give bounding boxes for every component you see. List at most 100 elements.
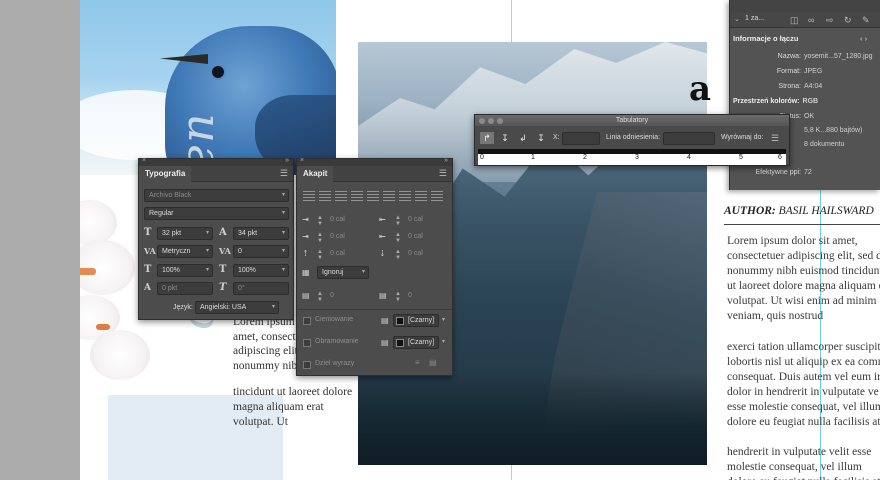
right-indent-input[interactable]: 0 cal	[403, 213, 447, 226]
font-family-select[interactable]: Archivo Black ▾	[144, 189, 289, 202]
stepper-icon[interactable]: ▲ ▼	[395, 249, 401, 261]
baseline-shift-icon: A	[144, 283, 151, 293]
stepper-icon[interactable]: ▲ ▼	[317, 215, 323, 227]
nav-arrows-icon[interactable]: ‹ ›	[860, 32, 867, 46]
zoom-icon[interactable]	[497, 118, 503, 124]
chevron-down-icon[interactable]: ▾	[442, 338, 445, 345]
align-left-icon[interactable]	[303, 191, 315, 201]
chevron-down-icon: ▾	[281, 267, 285, 273]
panel-tabbar: Typografia ☰	[139, 166, 293, 182]
tab-ruler[interactable]: 0 1 2 3 4 5 6	[478, 149, 786, 165]
justify-right-icon[interactable]	[383, 191, 395, 201]
leader-input[interactable]	[663, 132, 715, 145]
chevron-down-icon[interactable]: ▾	[442, 316, 445, 323]
right-tab-icon[interactable]: ↲	[516, 132, 530, 144]
edit-original-icon[interactable]: ✎	[862, 15, 870, 26]
panel-topbar[interactable]: ×»	[139, 157, 293, 166]
author-line[interactable]: AUTHOR: BASIL HAILSWARD	[724, 205, 880, 217]
align-center-icon[interactable]	[319, 191, 331, 201]
minimize-icon[interactable]	[488, 118, 494, 124]
stepper-icon[interactable]: ▲ ▼	[317, 232, 323, 244]
tracking-input[interactable]: 0 ▾	[233, 245, 289, 258]
leading-input[interactable]: 34 pkt ▾	[233, 227, 289, 240]
stepper-icon[interactable]: ▲ ▼	[317, 249, 323, 261]
update-link-icon[interactable]: ↻	[844, 15, 852, 26]
align-on-label: Wyrównaj do:	[721, 134, 764, 141]
close-icon[interactable]: ×	[142, 157, 146, 164]
border-icon[interactable]: ▤	[381, 336, 389, 348]
tracking-icon: VA	[219, 246, 231, 256]
links-count: 1 za...	[745, 15, 765, 22]
collapse-icon[interactable]: »	[444, 157, 448, 164]
panel-topbar[interactable]: ×»	[297, 157, 452, 166]
panel-menu-icon[interactable]: ☰	[771, 133, 779, 144]
align-away-spine-icon[interactable]	[431, 191, 443, 201]
align-spine-icon[interactable]	[415, 191, 427, 201]
link-icon[interactable]: ∞	[808, 15, 814, 25]
first-line-indent-input[interactable]: 0 cal	[325, 230, 369, 243]
justify-center-icon[interactable]	[367, 191, 379, 201]
ruler-number: 5	[739, 154, 743, 161]
kerning-value: Metryczn	[162, 248, 191, 255]
space-after-input[interactable]: 0 cal	[403, 247, 447, 260]
horizontal-scale-value: 100%	[238, 267, 256, 274]
border-checkbox[interactable]	[303, 339, 311, 347]
hyphenate-checkbox[interactable]	[303, 361, 311, 369]
panel-menu-icon[interactable]: ☰	[280, 169, 288, 178]
text-frame-right[interactable]: Lorem ipsum dolor sit amet, consectetuer…	[727, 234, 880, 480]
shading-checkbox[interactable]	[303, 317, 311, 325]
hyphen-settings-icon[interactable]: ▤	[429, 358, 437, 367]
ruler-number: 6	[778, 154, 782, 161]
stepper-icon[interactable]: ▲ ▼	[395, 215, 401, 227]
chevron-down-icon: ▾	[271, 304, 275, 310]
goto-link-icon[interactable]: ⇨	[826, 15, 834, 26]
kerning-icon: VA	[144, 246, 156, 256]
justify-all-icon[interactable]	[399, 191, 411, 201]
kerning-select[interactable]: Metryczn ▾	[157, 245, 213, 258]
drop-cap-lines-input[interactable]: 0	[325, 289, 365, 302]
border-color-select[interactable]: [Czarny]	[393, 336, 439, 349]
collapse-icon[interactable]: »	[285, 157, 289, 164]
close-icon[interactable]: ×	[300, 157, 304, 164]
glyph-a[interactable]: a	[689, 72, 711, 106]
shading-icon[interactable]: ▤	[381, 314, 389, 326]
horizontal-scale-input[interactable]: 100% ▾	[233, 264, 289, 277]
last-line-indent-input[interactable]: 0 cal	[403, 230, 447, 243]
align-right-icon[interactable]	[335, 191, 347, 201]
x-position-input[interactable]	[562, 132, 600, 145]
chevron-down-icon[interactable]: ⌄	[734, 15, 740, 23]
chevron-down-icon: ▾	[205, 248, 209, 254]
stepper-icon[interactable]: ▲ ▼	[395, 232, 401, 244]
shading-color-select[interactable]: [Czarny]	[393, 314, 439, 327]
justify-left-icon[interactable]	[351, 191, 363, 201]
vertical-scale-input[interactable]: 100% ▾	[157, 264, 213, 277]
panel-menu-icon[interactable]: ☰	[439, 169, 447, 178]
link-info-header[interactable]: Informacje o łączu ‹ ›	[730, 32, 880, 46]
links-list-row[interactable]: ⌄ 1 za... ◫ ∞ ⇨ ↻ ✎	[730, 12, 880, 28]
horizontal-scale-icon: T	[219, 264, 227, 275]
center-tab-icon[interactable]: ↧	[498, 132, 512, 144]
close-icon[interactable]	[479, 118, 485, 124]
font-size-input[interactable]: 32 pkt ▾	[157, 227, 213, 240]
tabs-title-bar[interactable]: Tabulatory	[475, 115, 789, 126]
language-select[interactable]: Angielski: USA ▾	[195, 301, 279, 314]
stepper-icon[interactable]: ▲ ▼	[317, 291, 323, 303]
space-before-input[interactable]: 0 cal	[325, 247, 369, 260]
decimal-tab-icon[interactable]: ↧	[534, 132, 548, 144]
grid-align-select[interactable]: Ignoruj ▾	[317, 266, 369, 279]
font-style-select[interactable]: Regular ▾	[144, 207, 289, 220]
relink-icon[interactable]: ◫	[790, 15, 799, 26]
chevron-down-icon: ▾	[361, 269, 365, 275]
stepper-icon[interactable]: ▲ ▼	[395, 291, 401, 303]
tools-icon[interactable]: ≡	[415, 358, 420, 367]
left-indent-input[interactable]: 0 cal	[325, 213, 369, 226]
ruler-number: 3	[635, 154, 639, 161]
tab-paragraph[interactable]: Akapit	[297, 166, 334, 182]
drop-cap-chars-input[interactable]: 0	[403, 289, 443, 302]
tab-character[interactable]: Typografia	[139, 166, 192, 182]
left-tab-icon[interactable]: ↱	[480, 132, 494, 144]
petal	[90, 330, 150, 380]
skew-input[interactable]: 0°	[233, 282, 289, 295]
x-label: X:	[553, 134, 560, 141]
baseline-shift-input[interactable]: 0 pkt	[157, 282, 213, 295]
